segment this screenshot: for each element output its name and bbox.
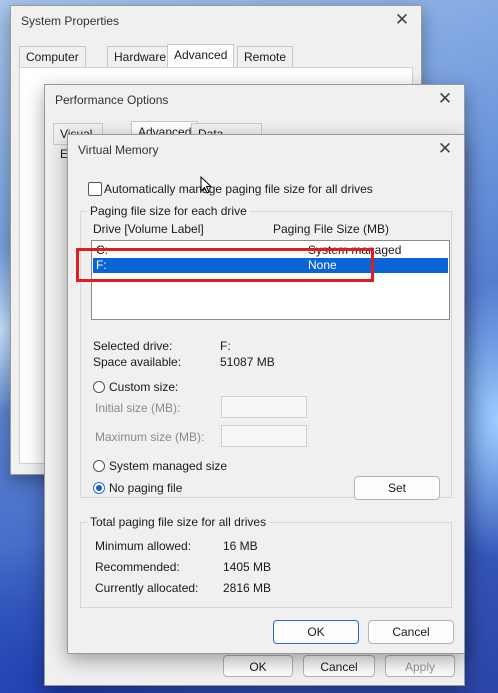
currently-allocated-value: 2816 MB [223, 581, 272, 595]
selected-drive-value: F: [220, 339, 231, 353]
size-column-header: Paging File Size (MB) [273, 222, 390, 236]
group-title: Total paging file size for all drives [87, 515, 270, 529]
system-managed-label[interactable]: System managed size [109, 459, 227, 473]
window-title: System Properties [21, 14, 120, 28]
currently-allocated-label: Currently allocated: [95, 581, 199, 595]
system-properties-titlebar[interactable]: System Properties ✕ [11, 6, 421, 36]
virtual-memory-titlebar[interactable]: Virtual Memory ✕ [68, 135, 464, 165]
drive-column-header: Drive [Volume Label] [93, 222, 204, 236]
ok-button[interactable]: OK [223, 655, 293, 677]
cancel-button[interactable]: Cancel [303, 655, 375, 677]
close-icon[interactable]: ✕ [393, 11, 411, 29]
auto-manage-checkbox[interactable] [88, 182, 102, 196]
annotation-highlight-box [76, 248, 374, 282]
custom-size-radio[interactable] [93, 381, 105, 393]
ok-button[interactable]: OK [273, 620, 359, 644]
window-title: Virtual Memory [78, 143, 159, 157]
initial-size-input[interactable] [221, 396, 307, 418]
tab-hardware[interactable]: Hardware [107, 46, 174, 68]
set-button[interactable]: Set [354, 476, 440, 500]
minimum-allowed-value: 16 MB [223, 539, 258, 553]
tab-advanced[interactable]: Advanced [167, 44, 235, 68]
totals-group: Total paging file size for all drives Mi… [80, 515, 452, 608]
virtual-memory-window: Virtual Memory ✕ Automatically manage pa… [67, 134, 465, 654]
apply-button[interactable]: Apply [385, 655, 455, 677]
recommended-value: 1405 MB [223, 560, 272, 574]
minimum-allowed-label: Minimum allowed: [95, 539, 192, 553]
initial-size-label: Initial size (MB): [95, 401, 181, 415]
window-title: Performance Options [55, 93, 169, 107]
tab-remote[interactable]: Remote [237, 46, 294, 68]
auto-manage-label[interactable]: Automatically manage paging file size fo… [104, 182, 373, 196]
close-icon[interactable]: ✕ [436, 90, 454, 108]
maximum-size-input[interactable] [221, 425, 307, 447]
mouse-cursor-icon [200, 176, 213, 194]
tab-computer-name[interactable]: Computer Name [19, 46, 86, 84]
no-paging-file-label[interactable]: No paging file [109, 481, 182, 495]
group-title: Paging file size for each drive [87, 204, 250, 218]
performance-options-titlebar[interactable]: Performance Options ✕ [45, 85, 464, 115]
system-managed-radio[interactable] [93, 460, 105, 472]
recommended-label: Recommended: [95, 560, 180, 574]
space-available-value: 51087 MB [220, 355, 275, 369]
close-icon[interactable]: ✕ [436, 140, 454, 158]
selected-drive-label: Selected drive: [93, 339, 173, 353]
maximum-size-label: Maximum size (MB): [95, 430, 205, 444]
cancel-button[interactable]: Cancel [368, 620, 454, 644]
custom-size-label[interactable]: Custom size: [109, 380, 178, 394]
space-available-label: Space available: [93, 355, 182, 369]
no-paging-file-radio[interactable] [93, 482, 105, 494]
